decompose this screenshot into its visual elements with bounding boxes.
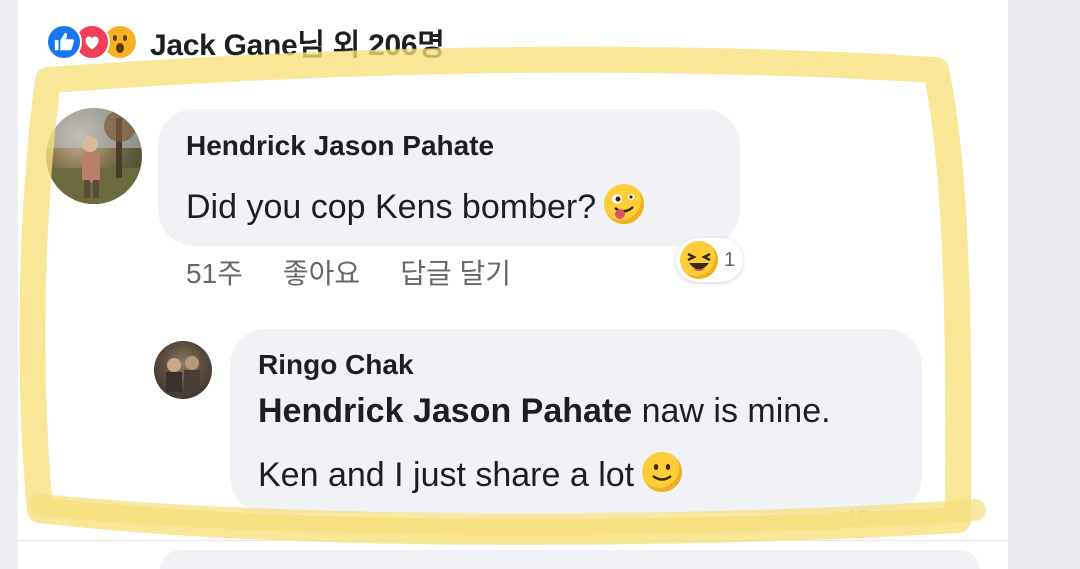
laughing-face-icon: [680, 241, 718, 279]
reply-author[interactable]: Ringo Chak: [258, 349, 414, 381]
reaction-summary[interactable]: Jack Gane님 외 206명: [46, 22, 445, 62]
reply-reaction-count[interactable]: 15: [846, 508, 868, 531]
reaction-summary-text[interactable]: Jack Gane님 외 206명: [150, 20, 445, 64]
mention-link[interactable]: Hendrick Jason Pahate: [258, 392, 632, 430]
like-link[interactable]: 좋아요: [283, 252, 360, 292]
like-icon: [46, 24, 82, 60]
right-gutter: [1008, 0, 1080, 569]
zany-face-emoji: [604, 184, 645, 224]
reply-text-body-2: Ken and I just share a lot: [258, 456, 635, 494]
comment-text: Did you cop Kens bomber?: [186, 184, 645, 227]
reply-text-line2: Ken and I just share a lot: [258, 452, 683, 495]
comment-input[interactable]: [160, 550, 980, 569]
comment-reaction-chip[interactable]: 1: [676, 238, 744, 282]
reaction-icons: [46, 24, 138, 60]
comment-actions: 51주 좋아요 답글 달기: [186, 252, 511, 292]
comment-time[interactable]: 51주: [186, 252, 243, 292]
reply-text-body: naw is mine.: [632, 392, 831, 430]
avatar[interactable]: [46, 108, 142, 204]
reply-text-line1: Hendrick Jason Pahate naw is mine.: [258, 392, 831, 431]
comment-text-body: Did you cop Kens bomber?: [186, 188, 597, 226]
reply-link[interactable]: 답글 달기: [400, 252, 511, 292]
comment-author[interactable]: Hendrick Jason Pahate: [186, 130, 494, 162]
reply-avatar[interactable]: [154, 341, 212, 399]
smiling-face-emoji: [642, 452, 683, 492]
reaction-count: 1: [724, 248, 736, 271]
